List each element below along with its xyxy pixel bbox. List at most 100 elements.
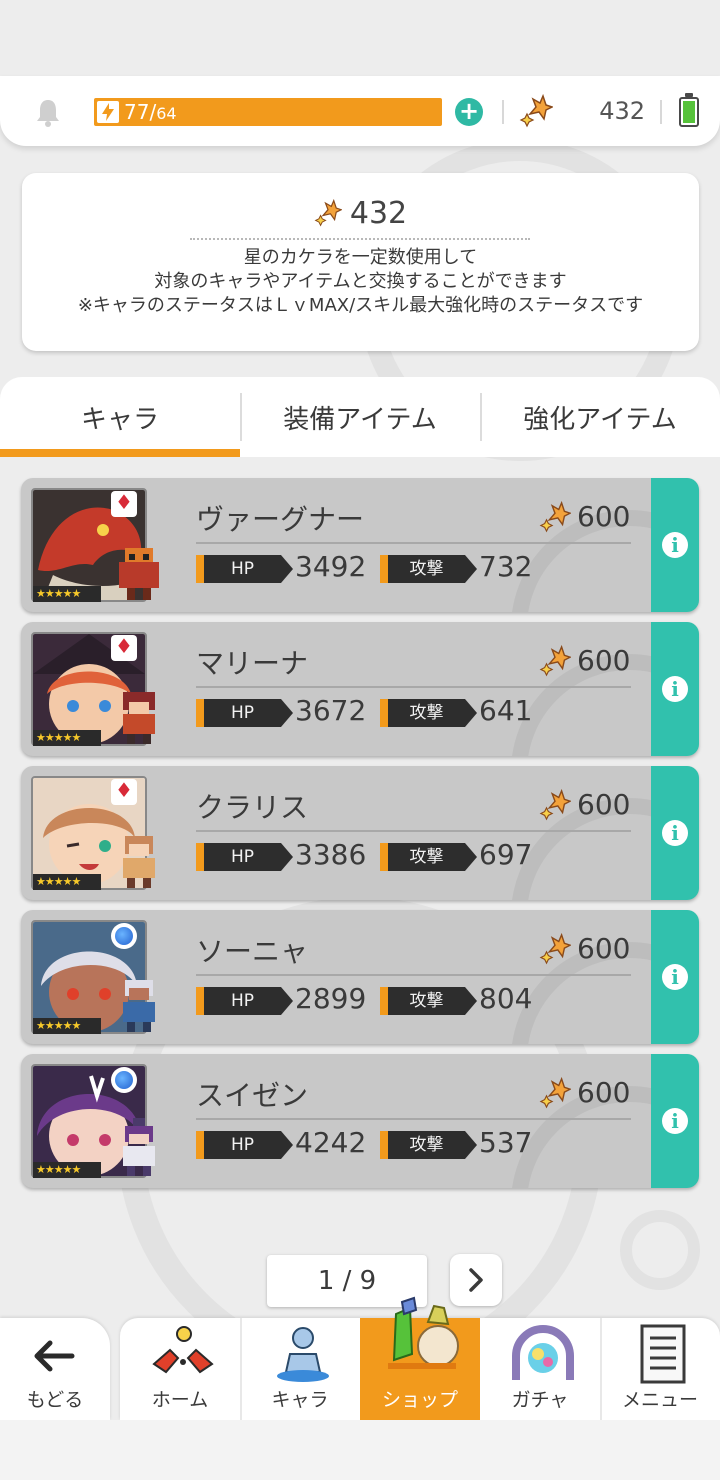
character-info-button[interactable]: i — [651, 622, 699, 756]
stamina-bar: 77/64 — [94, 98, 442, 126]
tab-equipment[interactable]: 装備アイテム — [240, 377, 480, 457]
character-name: ヴァーグナー — [196, 503, 365, 536]
stamina-value: 77/64 — [124, 100, 177, 124]
attack-label: 攻撃 — [380, 1131, 477, 1159]
cost-value: 600 — [577, 932, 631, 965]
hp-label: HP — [196, 555, 293, 583]
cost-display: 600 — [539, 644, 630, 677]
row-decoration — [512, 798, 659, 900]
arrow-left-icon — [34, 1340, 75, 1372]
battery-icon — [679, 93, 699, 127]
hp-value: 4242 — [295, 1126, 367, 1159]
water-element-icon — [111, 1067, 137, 1093]
hp-value: 3672 — [295, 694, 367, 727]
character-row[interactable]: ★★★★★ ソーニャ 600 HP 2899 攻撃 804 i — [21, 910, 699, 1044]
status-bar: 77/64 + 432 — [0, 76, 720, 146]
star-fragment-icon — [539, 644, 571, 676]
character-info-button[interactable]: i — [651, 910, 699, 1044]
character-row[interactable]: ★★★★★ クラリス 600 HP 3386 攻撃 697 i — [21, 766, 699, 900]
rarity-stars: ★★★★★ — [33, 1018, 101, 1034]
tab-character[interactable]: キャラ — [0, 377, 240, 457]
character-info-button[interactable]: i — [651, 766, 699, 900]
character-name: クラリス — [196, 791, 309, 824]
star-fragment-count: 432 — [599, 97, 645, 125]
tab-enhance-items[interactable]: 強化アイテム — [480, 377, 720, 457]
hp-label: HP — [196, 843, 293, 871]
attack-value: 697 — [479, 838, 533, 871]
nav-label: キャラ — [271, 1389, 329, 1411]
character-sprite — [119, 548, 159, 600]
info-line: 星のカケラを一定数使用して — [243, 247, 478, 268]
divider — [660, 100, 662, 124]
back-button[interactable]: もどる — [0, 1318, 110, 1420]
character-info-button[interactable]: i — [651, 478, 699, 612]
menu-icon — [640, 1324, 686, 1384]
cost-display: 600 — [539, 500, 630, 533]
character-name: ソーニャ — [196, 935, 309, 968]
attack-label: 攻撃 — [380, 843, 477, 871]
character-row[interactable]: ★★★★★ マリーナ 600 HP 3672 攻撃 641 i — [21, 622, 699, 756]
divider — [196, 542, 631, 544]
rarity-stars: ★★★★★ — [33, 874, 101, 890]
attack-value: 804 — [479, 982, 533, 1015]
gacha-icon — [512, 1325, 574, 1380]
character-sprite — [123, 692, 155, 744]
attack-value: 537 — [479, 1126, 533, 1159]
bottom-navigation: もどる ホーム キャラ ショップ ガチャ メニュー — [0, 1318, 720, 1420]
hp-value: 2899 — [295, 982, 367, 1015]
attack-label: 攻撃 — [380, 555, 477, 583]
bell-icon[interactable] — [34, 97, 62, 127]
hp-label: HP — [196, 1131, 293, 1159]
nav-item-gacha[interactable]: ガチャ — [480, 1318, 600, 1420]
rarity-stars: ★★★★★ — [33, 730, 101, 746]
character-info-button[interactable]: i — [651, 1054, 699, 1188]
add-stamina-button[interactable]: + — [455, 98, 483, 126]
water-element-icon — [111, 923, 137, 949]
hp-value: 3492 — [295, 550, 367, 583]
info-icon: i — [662, 676, 688, 702]
nav-item-home[interactable]: ホーム — [120, 1318, 240, 1420]
exchange-info-panel: 432 星のカケラを一定数使用して 対象のキャラやアイテムと交換することができま… — [22, 173, 699, 351]
star-fragment-icon — [539, 500, 571, 532]
star-fragment-icon — [519, 94, 553, 128]
row-decoration — [512, 1086, 659, 1188]
cost-value: 600 — [577, 500, 631, 533]
nav-label: ショップ — [381, 1389, 458, 1411]
rarity-stars: ★★★★★ — [33, 1162, 101, 1178]
info-icon: i — [662, 532, 688, 558]
cost-value: 600 — [577, 1076, 631, 1109]
character-sprite — [123, 836, 155, 888]
chevron-right-icon — [469, 1268, 483, 1292]
shop-icon — [388, 1296, 459, 1369]
info-description: 星のカケラを一定数使用して 対象のキャラやアイテムと交換することができます ※キ… — [22, 246, 699, 318]
system-nav-area — [0, 1420, 720, 1480]
cost-display: 600 — [539, 932, 630, 965]
attack-label: 攻撃 — [380, 699, 477, 727]
character-row[interactable]: ★★★★★ スイゼン 600 HP 4242 攻撃 537 i — [21, 1054, 699, 1188]
tab-label: 強化アイテム — [523, 404, 677, 435]
hp-label: HP — [196, 699, 293, 727]
attack-label: 攻撃 — [380, 987, 477, 1015]
star-fragment-icon — [539, 1076, 571, 1108]
tab-label: 装備アイテム — [283, 404, 437, 435]
divider — [196, 1118, 631, 1120]
home-icon — [152, 1326, 214, 1374]
cost-display: 600 — [539, 1076, 630, 1109]
character-row[interactable]: ★★★★★ ヴァーグナー 600 HP 3492 攻撃 732 i — [21, 478, 699, 612]
nav-item-menu[interactable]: メニュー — [600, 1318, 720, 1420]
star-fragment-icon — [539, 788, 571, 820]
star-fragment-icon — [539, 932, 571, 964]
divider — [502, 100, 504, 124]
fire-element-icon — [111, 490, 137, 517]
cost-value: 600 — [577, 644, 631, 677]
character-icon — [277, 1327, 329, 1382]
nav-label: メニュー — [621, 1389, 698, 1411]
divider — [196, 974, 631, 976]
attack-value: 732 — [479, 550, 533, 583]
nav-label: ホーム — [151, 1389, 209, 1411]
category-tabs: キャラ 装備アイテム 強化アイテム — [0, 377, 720, 457]
nav-label: ガチャ — [511, 1389, 569, 1411]
character-name: マリーナ — [196, 647, 309, 680]
divider — [196, 686, 631, 688]
nav-item-character[interactable]: キャラ — [240, 1318, 360, 1420]
